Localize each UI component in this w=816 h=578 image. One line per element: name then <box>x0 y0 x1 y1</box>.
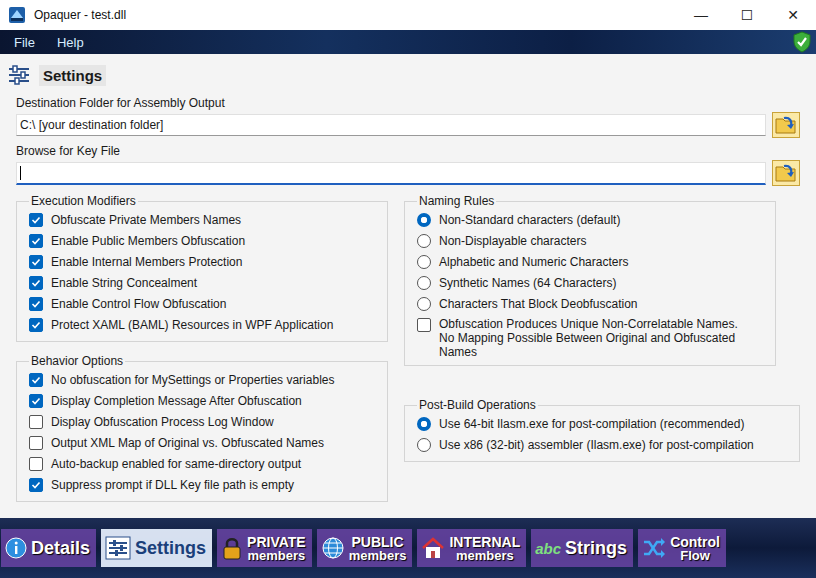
checkbox[interactable] <box>29 213 43 227</box>
menu-bar: File Help <box>0 30 816 54</box>
checkbox[interactable] <box>29 234 43 248</box>
checkbox-row[interactable]: Obfuscation Produces Unique Non-Correlat… <box>417 314 767 359</box>
tab[interactable]: Details <box>1 529 96 567</box>
shield-check-icon <box>792 31 812 53</box>
checkbox-row[interactable]: Enable String Concealment <box>29 272 379 293</box>
tab-label: Details <box>31 539 90 557</box>
checkbox[interactable] <box>29 318 43 332</box>
tab[interactable]: Settings <box>101 529 212 567</box>
app-window: Opaquer - test.dll —☐✕ File Help Settings Des… <box>0 0 816 578</box>
checkbox[interactable] <box>29 373 43 387</box>
tab[interactable]: PRIVATEmembers <box>217 529 312 567</box>
settings-title: Settings <box>39 65 106 86</box>
path-input[interactable] <box>16 162 766 185</box>
house-icon <box>421 536 445 560</box>
abc-icon: abc <box>535 540 561 557</box>
checkbox-row[interactable]: Obfuscate Private Members Names <box>29 209 379 230</box>
folder-icon <box>774 114 798 136</box>
window-control-button[interactable]: — <box>678 0 724 30</box>
radio-row[interactable]: Characters That Block Deobfuscation <box>417 293 767 314</box>
radio-row[interactable]: Non-Standard characters (default) <box>417 209 767 230</box>
checkbox-row[interactable]: Enable Public Members Obfuscation <box>29 230 379 251</box>
checkbox-row[interactable]: Enable Control Flow Obfuscation <box>29 293 379 314</box>
group-title: Naming Rules <box>417 194 496 208</box>
behavior-options-group: Behavior OptionsNo obfuscation for MySet… <box>16 354 388 502</box>
menu-item[interactable]: File <box>14 35 35 50</box>
checkbox[interactable] <box>29 297 43 311</box>
checkbox-row[interactable]: Protect XAML (BAML) Resources in WPF App… <box>29 314 379 335</box>
checkbox[interactable] <box>417 318 431 332</box>
radio-button[interactable] <box>417 438 431 452</box>
radio-button[interactable] <box>417 276 431 290</box>
lock-icon <box>221 536 243 560</box>
radio-button[interactable] <box>417 417 431 431</box>
tab-label: members <box>349 549 407 562</box>
tab-label: members <box>247 549 305 562</box>
execution-modifiers-group: Execution ModifiersObfuscate Private Mem… <box>16 194 388 342</box>
checkbox[interactable] <box>29 394 43 408</box>
settings-header: Settings <box>0 54 816 96</box>
checkbox-row[interactable]: Display Completion Message After Obfusca… <box>29 390 379 411</box>
group-title: Behavior Options <box>29 354 125 368</box>
tab[interactable]: abcStrings <box>531 529 633 567</box>
post-build-group: Post-Build OperationsUse 64-bit Ilasm.ex… <box>404 398 800 462</box>
tab-bar: DetailsSettingsPRIVATEmembersPUBLICmembe… <box>0 518 816 578</box>
naming-rules-group: Naming RulesNon-Standard characters (def… <box>404 194 776 366</box>
title-bar: Opaquer - test.dll —☐✕ <box>0 0 816 30</box>
field-label: Destination Folder for Assembly Output <box>16 96 800 110</box>
tab-label: Settings <box>135 539 206 557</box>
sliders-icon <box>7 64 31 86</box>
checkbox[interactable] <box>29 436 43 450</box>
app-logo-icon <box>8 6 26 24</box>
checkbox[interactable] <box>29 415 43 429</box>
radio-button[interactable] <box>417 255 431 269</box>
radio-button[interactable] <box>417 297 431 311</box>
field-label: Browse for Key File <box>16 144 800 158</box>
checkbox[interactable] <box>29 457 43 471</box>
tab-label: Strings <box>565 539 627 557</box>
tab-label: PUBLIC <box>352 535 404 549</box>
radio-row[interactable]: Use x86 (32-bit) assembler (Ilasm.exe) f… <box>417 434 791 455</box>
checkbox-row[interactable]: No obfuscation for MySettings or Propert… <box>29 369 379 390</box>
tab-label: Flow <box>680 549 710 562</box>
path-input[interactable]: C:\ [your destination folder] <box>16 114 766 136</box>
window-control-button[interactable]: ✕ <box>770 0 816 30</box>
checkbox-row[interactable]: Enable Internal Members Protection <box>29 251 379 272</box>
tab-label: Control <box>670 535 720 549</box>
checkbox-row[interactable]: Suppress prompt if DLL Key file path is … <box>29 474 379 495</box>
path-field: Browse for Key File <box>16 144 800 186</box>
checkbox-row[interactable]: Output XML Map of Original vs. Obfuscate… <box>29 432 379 453</box>
radio-row[interactable]: Synthetic Names (64 Characters) <box>417 272 767 293</box>
checkbox[interactable] <box>29 255 43 269</box>
checkbox[interactable] <box>29 276 43 290</box>
tab-label: PRIVATE <box>247 535 306 549</box>
group-title: Post-Build Operations <box>417 398 538 412</box>
settings-panel: Destination Folder for Assembly Output C:… <box>0 96 816 518</box>
tab[interactable]: PUBLICmembers <box>317 529 413 567</box>
sliders-icon <box>105 536 131 560</box>
tab[interactable]: INTERNALmembers <box>417 529 526 567</box>
shuffle-icon <box>642 537 666 559</box>
window-title: Opaquer - test.dll <box>34 8 126 22</box>
folder-icon <box>774 162 798 184</box>
browse-button[interactable] <box>772 160 800 186</box>
checkbox[interactable] <box>29 478 43 492</box>
checkbox-row[interactable]: Display Obfuscation Process Log Window <box>29 411 379 432</box>
window-control-button[interactable]: ☐ <box>724 0 770 30</box>
globe-icon <box>321 536 345 560</box>
radio-button[interactable] <box>417 234 431 248</box>
radio-row[interactable]: Use 64-bit Ilasm.exe for post-compilatio… <box>417 413 791 434</box>
checkbox-row[interactable]: Auto-backup enabled for same-directory o… <box>29 453 379 474</box>
menu-item[interactable]: Help <box>57 35 84 50</box>
radio-row[interactable]: Alphabetic and Numeric Characters <box>417 251 767 272</box>
tab-label: INTERNAL <box>449 535 520 549</box>
tab-label: members <box>456 549 514 562</box>
group-title: Execution Modifiers <box>29 194 138 208</box>
radio-row[interactable]: Non-Displayable characters <box>417 230 767 251</box>
info-icon <box>5 537 27 559</box>
tab[interactable]: ControlFlow <box>638 529 726 567</box>
browse-button[interactable] <box>772 112 800 138</box>
path-field: Destination Folder for Assembly Output C:… <box>16 96 800 138</box>
radio-button[interactable] <box>417 213 431 227</box>
